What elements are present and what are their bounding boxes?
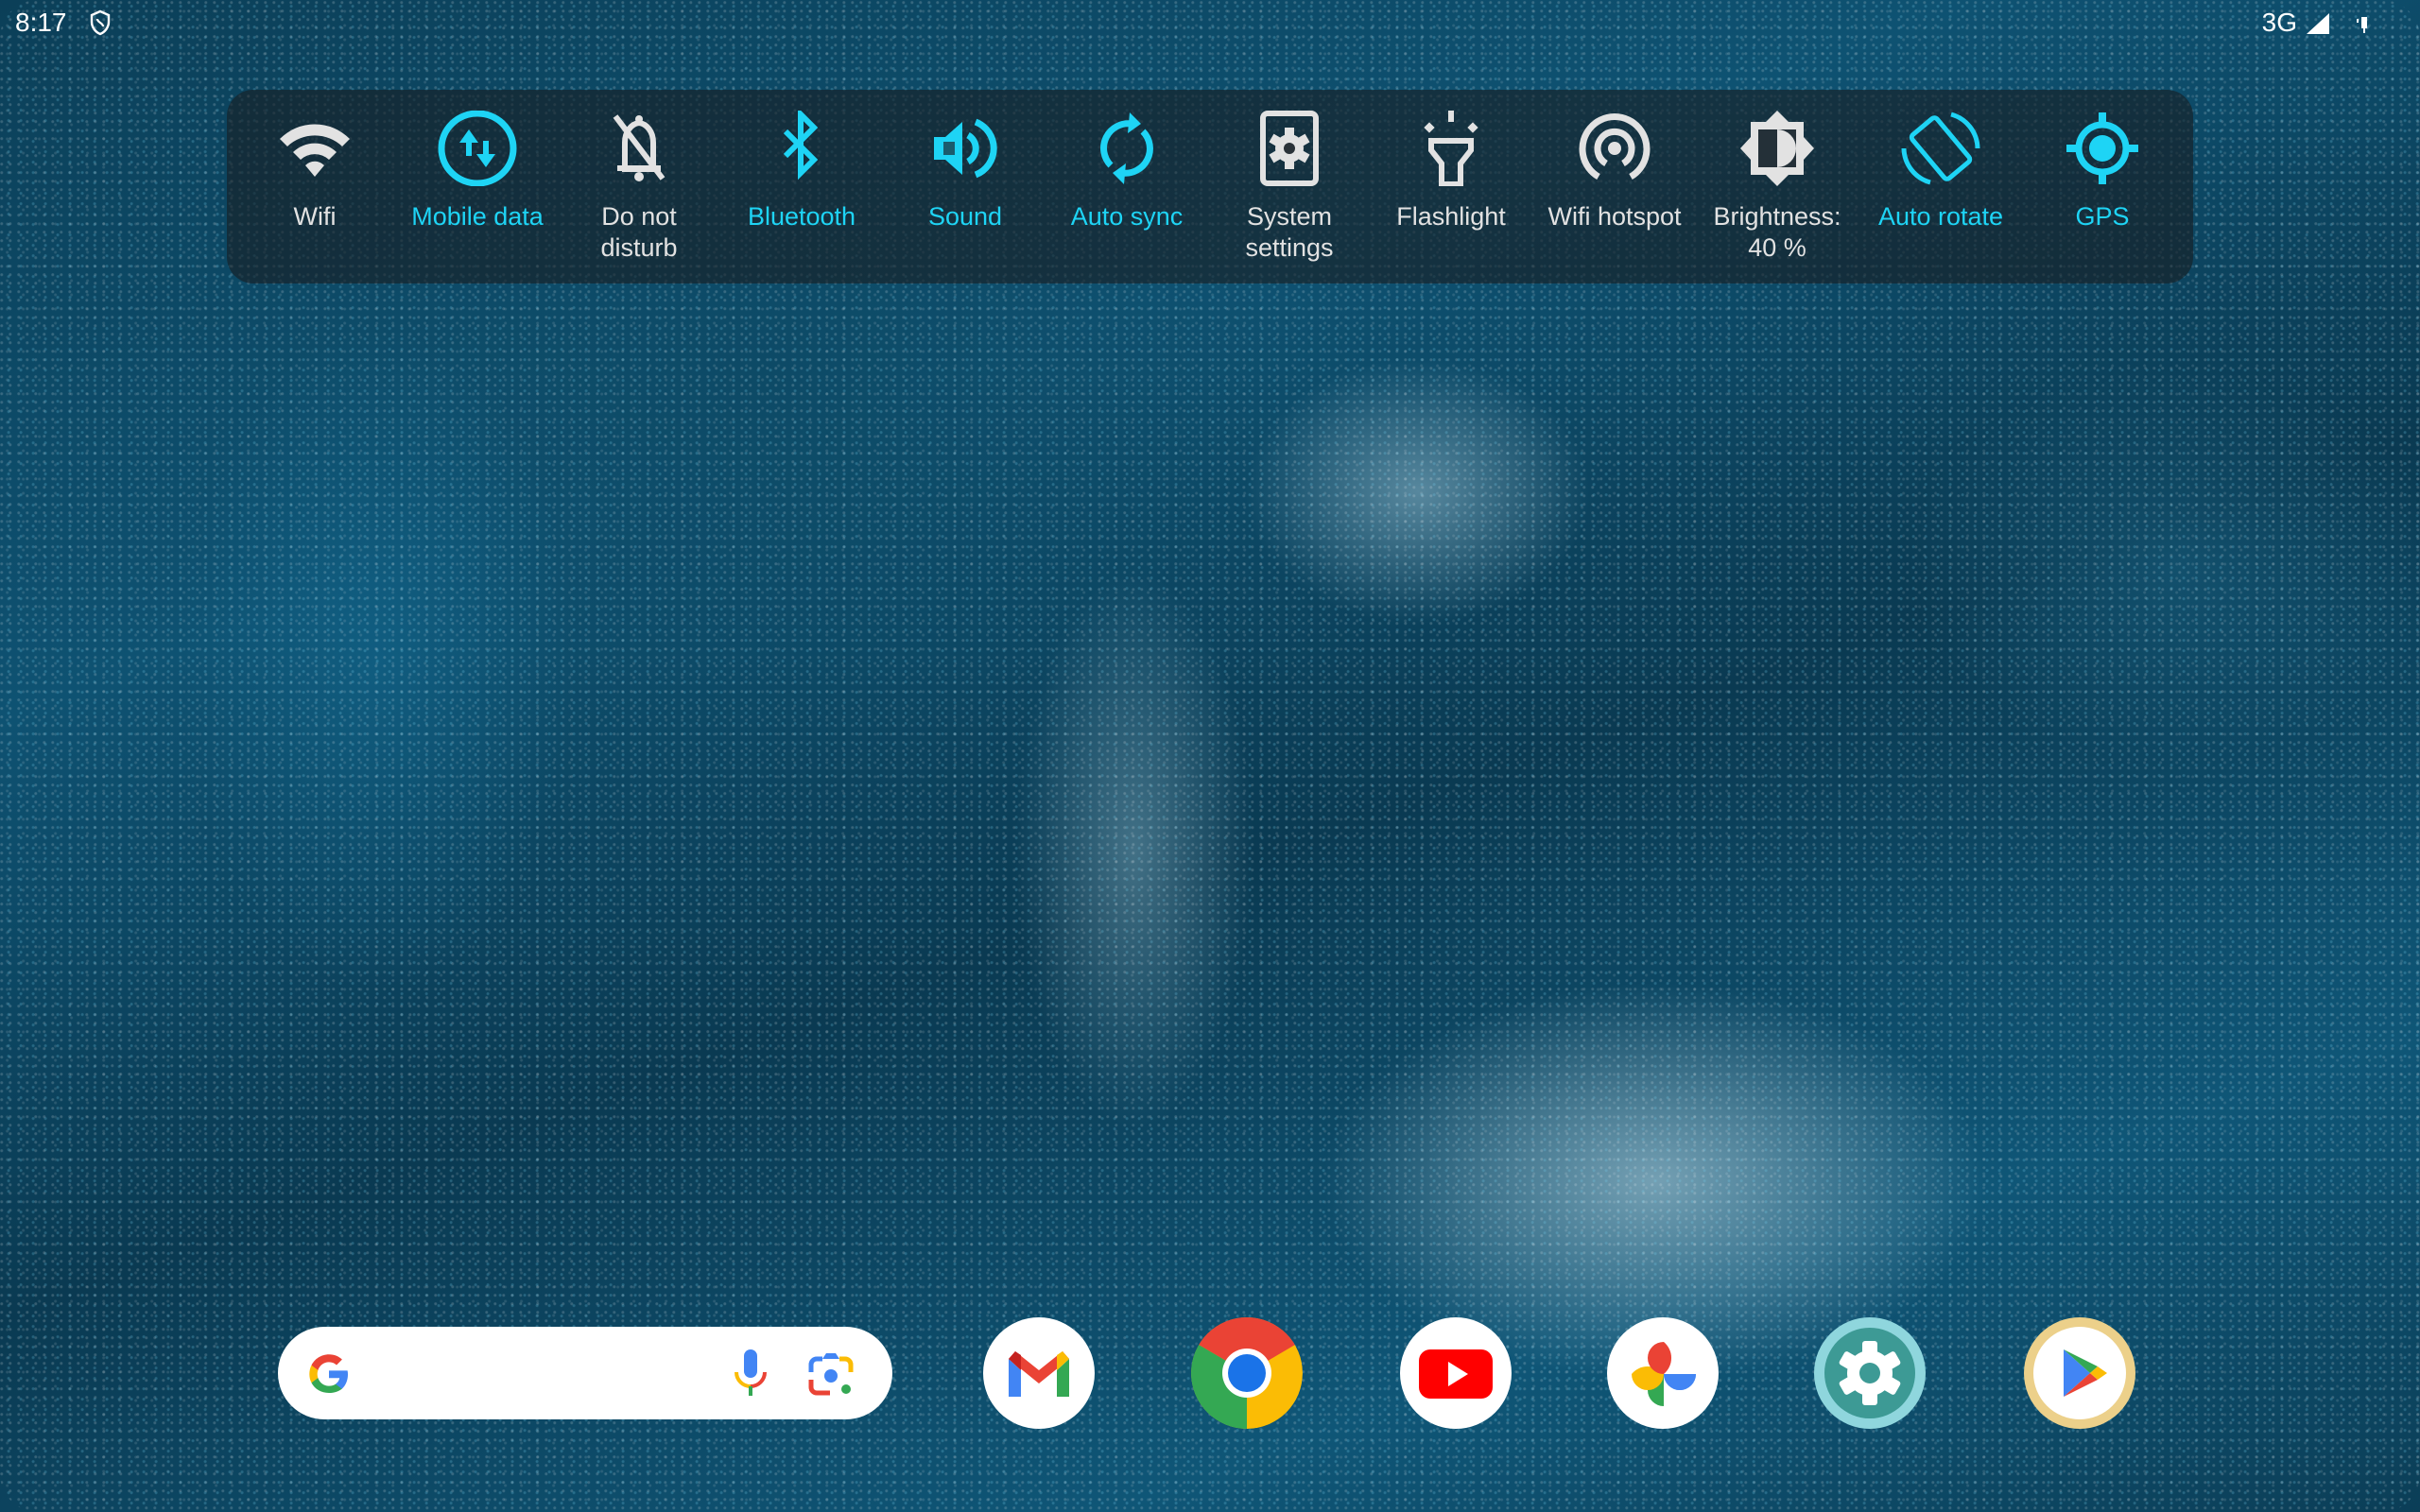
dock-app-photos[interactable] [1607, 1317, 1719, 1429]
tile-mobile-data[interactable]: Mobile data [396, 90, 559, 284]
settings-icon [1824, 1328, 1915, 1418]
bluetooth-icon [759, 107, 844, 186]
brightness-icon [1735, 111, 1820, 186]
tile-bluetooth[interactable]: Bluetooth [720, 90, 883, 284]
dock-app-gmail[interactable] [983, 1317, 1095, 1429]
google-g-icon [306, 1351, 352, 1397]
clock: 8:17 [15, 8, 67, 37]
tile-wifi-hotspot[interactable]: Wifi hotspot [1533, 90, 1696, 284]
chrome-icon [1191, 1317, 1303, 1429]
quick-settings-panel: Wifi Mobile data Do not disturb Bluetoot… [227, 90, 2193, 284]
dock-app-play-store[interactable] [2024, 1317, 2135, 1429]
sync-icon [1084, 111, 1169, 186]
tile-wifi[interactable]: Wifi [233, 90, 396, 284]
dock-app-youtube[interactable] [1400, 1317, 1512, 1429]
hotspot-icon [1572, 111, 1657, 186]
tile-brightness[interactable]: Brightness: 40 % [1696, 90, 1858, 284]
tile-auto-rotate[interactable]: Auto rotate [1859, 90, 2022, 284]
google-photos-icon [1632, 1342, 1696, 1406]
gmail-icon [1009, 1351, 1069, 1397]
speaker-icon [923, 111, 1008, 186]
dock-app-chrome[interactable] [1191, 1317, 1303, 1429]
microphone-icon[interactable] [732, 1348, 769, 1400]
shield-vpn-icon [89, 9, 112, 36]
bell-off-icon [596, 111, 682, 186]
google-search-bar[interactable] [278, 1327, 892, 1419]
auto-rotate-icon [1898, 111, 1983, 186]
tile-sound[interactable]: Sound [884, 90, 1046, 284]
wifi-icon [272, 111, 357, 186]
flashlight-icon [1409, 111, 1494, 187]
gps-icon [2060, 111, 2145, 186]
dock-app-settings[interactable] [1814, 1317, 1926, 1429]
cell-signal-icon [2305, 11, 2331, 36]
tile-flashlight[interactable]: Flashlight [1370, 90, 1532, 284]
tile-system-settings[interactable]: System settings [1208, 90, 1371, 284]
network-type-label: 3G [2261, 8, 2297, 37]
play-store-icon [2033, 1327, 2126, 1419]
tile-label: GPS [2075, 202, 2130, 231]
battery-icon [2356, 13, 2373, 34]
tile-auto-sync[interactable]: Auto sync [1046, 90, 1208, 284]
settings-gear-box-icon [1247, 111, 1332, 186]
status-bar: 8:17 3G [0, 0, 2420, 47]
youtube-icon [1419, 1349, 1493, 1399]
mobile-data-icon [435, 110, 520, 187]
tile-do-not-disturb[interactable]: Do not disturb [558, 90, 720, 284]
tile-gps[interactable]: GPS [2021, 90, 2184, 284]
google-lens-icon[interactable] [807, 1351, 855, 1399]
